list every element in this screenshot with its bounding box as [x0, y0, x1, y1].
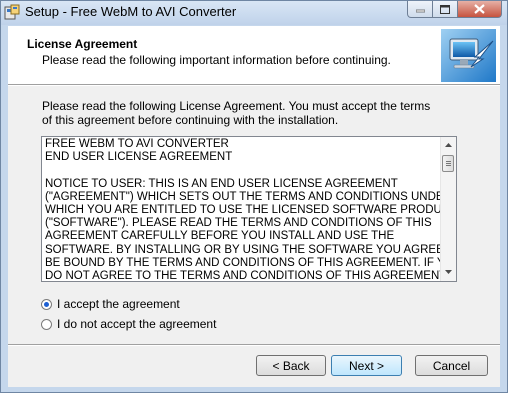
- scroll-down-button[interactable]: [441, 265, 456, 279]
- page-subtitle: Please read the following important info…: [42, 53, 391, 67]
- computer-arrow-icon: [441, 29, 496, 82]
- footer-divider: [8, 344, 500, 346]
- accept-radio[interactable]: [41, 298, 52, 310]
- license-text: FREE WEBM TO AVI CONVERTER END USER LICE…: [45, 138, 457, 282]
- cancel-button[interactable]: Cancel: [415, 355, 488, 376]
- scroll-down-arrow-icon: [445, 270, 452, 274]
- close-icon: [474, 4, 485, 14]
- setup-window: Setup - Free WebM to AVI Converter Licen…: [0, 0, 508, 393]
- close-button[interactable]: [458, 1, 502, 18]
- decline-option[interactable]: I do not accept the agreement: [41, 317, 216, 331]
- window-title: Setup - Free WebM to AVI Converter: [25, 4, 237, 19]
- setup-installer-icon: [4, 4, 20, 20]
- page-title: License Agreement: [27, 37, 138, 51]
- license-textbox[interactable]: FREE WEBM TO AVI CONVERTER END USER LICE…: [41, 136, 457, 282]
- scroll-up-button[interactable]: [441, 138, 456, 152]
- maximize-button[interactable]: [433, 1, 458, 18]
- license-scrollbar[interactable]: [440, 137, 456, 281]
- scroll-up-arrow-icon: [445, 143, 452, 147]
- minimize-button[interactable]: [407, 1, 433, 18]
- scroll-thumb[interactable]: [442, 155, 454, 172]
- wizard-body: License Agreement Please read the follow…: [8, 26, 500, 387]
- back-button[interactable]: < Back: [256, 355, 326, 376]
- minimize-icon: [415, 9, 425, 13]
- accept-option[interactable]: I accept the agreement: [41, 297, 180, 311]
- wizard-header: License Agreement Please read the follow…: [8, 26, 500, 85]
- instructions-text: Please read the following License Agreem…: [42, 99, 431, 127]
- decline-radio[interactable]: [41, 318, 52, 330]
- next-button[interactable]: Next >: [331, 355, 402, 376]
- title-bar[interactable]: Setup - Free WebM to AVI Converter: [1, 1, 507, 25]
- maximize-icon: [440, 4, 450, 14]
- header-separator: [8, 85, 500, 86]
- accept-label: I accept the agreement: [57, 297, 180, 311]
- decline-label: I do not accept the agreement: [57, 317, 217, 331]
